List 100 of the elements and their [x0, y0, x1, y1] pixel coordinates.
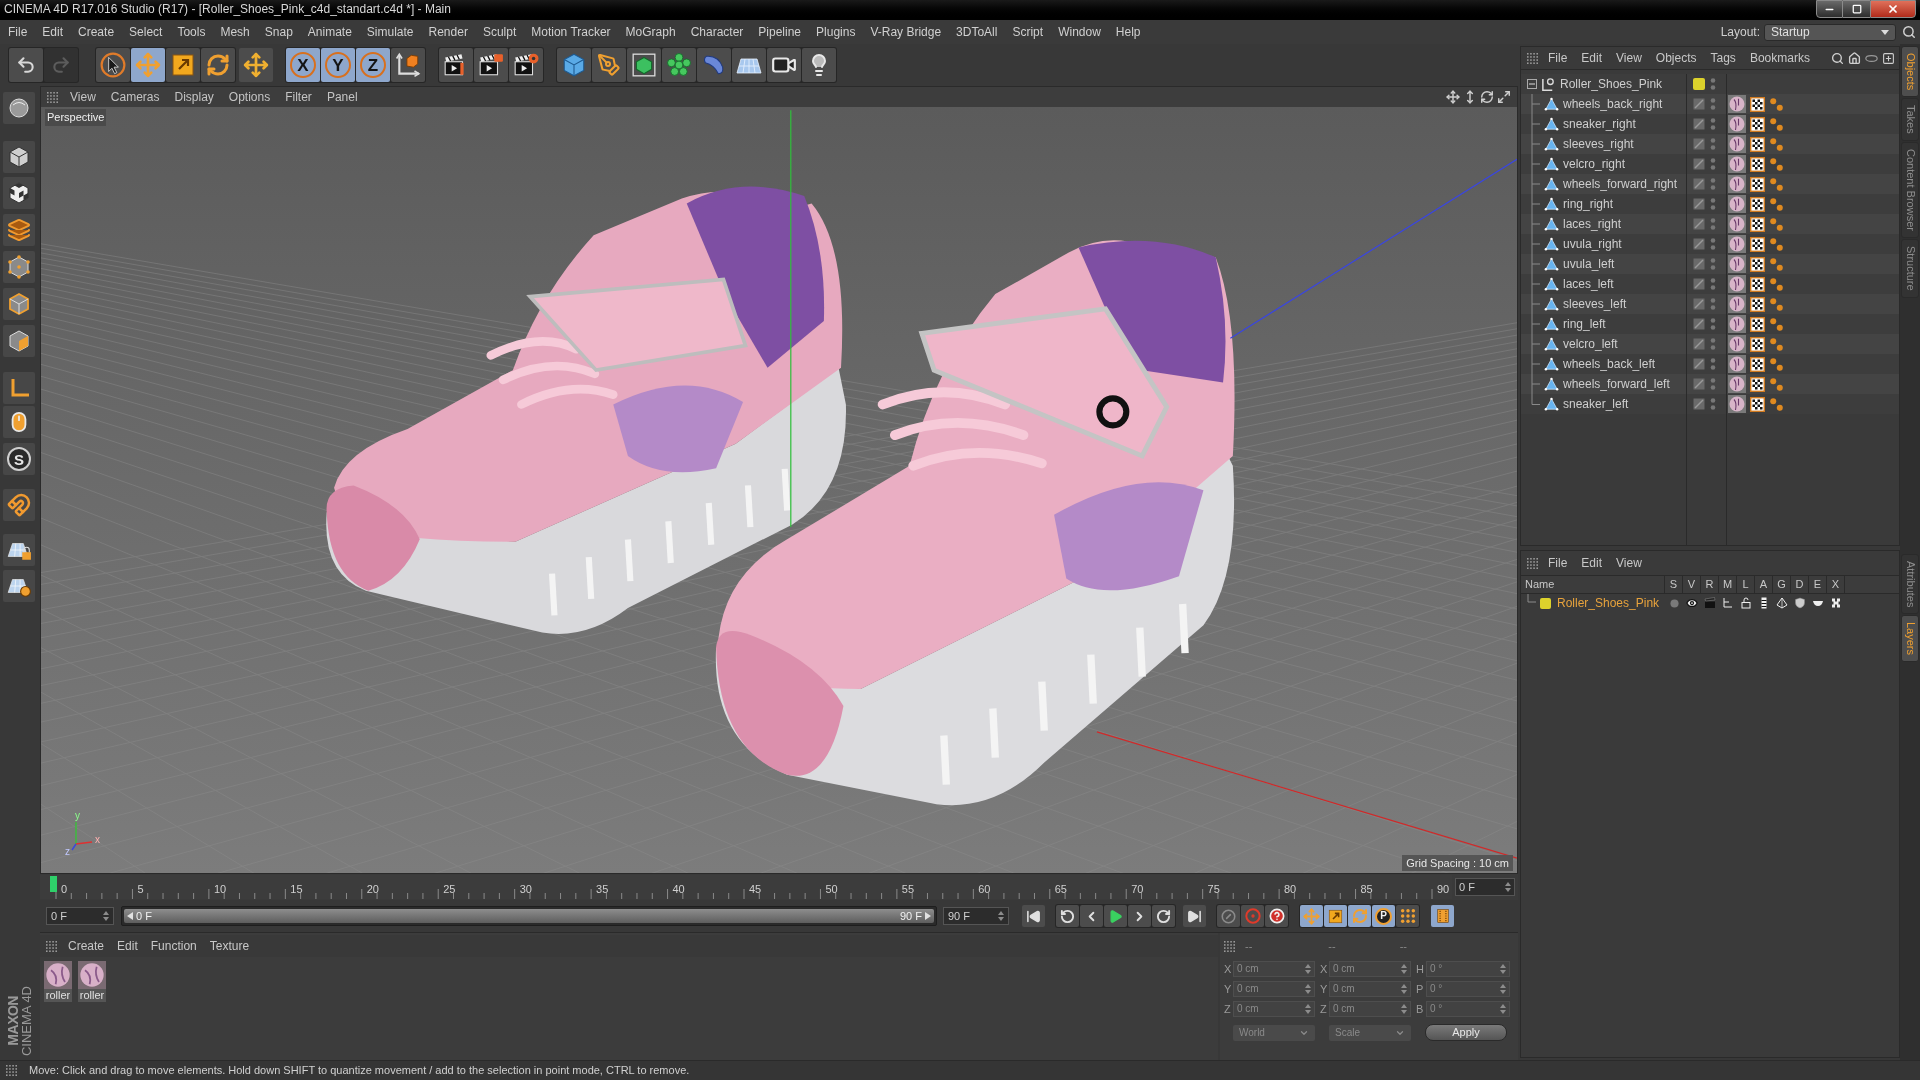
object-name[interactable]: uvula_left	[1563, 255, 1615, 273]
material-tile[interactable]: roller	[44, 961, 72, 1002]
x-axis-button[interactable]: X	[286, 48, 320, 82]
menu-item[interactable]: Script	[1012, 26, 1044, 38]
object-name[interactable]: ring_left	[1563, 315, 1606, 333]
column-header[interactable]: S	[1669, 579, 1678, 590]
material-menu-item[interactable]: Edit	[117, 940, 138, 952]
menu-item[interactable]: Animate	[307, 26, 352, 38]
object-name[interactable]: laces_right	[1563, 215, 1622, 233]
object-name[interactable]: sleeves_right	[1563, 135, 1634, 153]
menu-item[interactable]: Pipeline	[758, 26, 802, 38]
side-tab[interactable]: Structure	[1901, 239, 1919, 298]
edges-mode-button[interactable]	[3, 288, 35, 320]
menu-item[interactable]: Snap	[264, 26, 293, 38]
points-mode-button[interactable]	[3, 251, 35, 283]
object-name[interactable]: velcro_left	[1563, 335, 1618, 353]
menu-item[interactable]: Plugins	[816, 26, 856, 38]
menu-item[interactable]: Window	[1058, 26, 1101, 38]
menu-item[interactable]: MoGraph	[625, 26, 676, 38]
menu-item[interactable]: Simulate	[366, 26, 414, 38]
column-header[interactable]: R	[1705, 579, 1714, 590]
layer-menu-item[interactable]: Edit	[1581, 557, 1603, 569]
selection-tool-button[interactable]	[96, 48, 130, 82]
light-button[interactable]	[802, 48, 836, 82]
layer-color-swatch[interactable]	[1693, 78, 1705, 90]
cloner-button[interactable]	[662, 48, 696, 82]
coordinate-system-button[interactable]	[391, 48, 425, 82]
side-tab[interactable]: Objects	[1901, 46, 1919, 98]
side-tab[interactable]: Takes	[1901, 98, 1919, 142]
tweak-mode-button[interactable]	[3, 406, 35, 438]
snap-button[interactable]: S	[3, 443, 35, 475]
next-key-button[interactable]	[1152, 905, 1175, 927]
menu-item[interactable]: V-Ray Bridge	[870, 26, 942, 38]
make-editable-button[interactable]	[3, 92, 35, 124]
cube-object-button[interactable]	[557, 48, 591, 82]
layer-menu-item[interactable]: File	[1548, 557, 1568, 569]
locked-workplane-button[interactable]	[3, 534, 35, 566]
render-picture-viewer-button[interactable]	[474, 48, 508, 82]
record-button[interactable]	[1217, 905, 1240, 927]
object-menu-item[interactable]: Bookmarks	[1749, 52, 1810, 64]
column-header[interactable]: A	[1759, 579, 1768, 590]
z-axis-button[interactable]: Z	[356, 48, 390, 82]
go-to-end-button[interactable]	[1183, 905, 1206, 927]
rotate-tool-button[interactable]	[201, 48, 235, 82]
apply-button[interactable]: Apply	[1425, 1024, 1507, 1041]
object-name[interactable]: wheels_back_left	[1563, 355, 1656, 373]
viewport-menu-item[interactable]: Cameras	[110, 91, 160, 103]
y-axis-button[interactable]: Y	[321, 48, 355, 82]
search-button[interactable]	[1902, 24, 1916, 40]
object-menu-item[interactable]: View	[1616, 52, 1642, 64]
layer-color-swatch[interactable]	[1540, 597, 1551, 609]
timeline-button[interactable]	[1431, 905, 1454, 927]
go-to-start-button[interactable]	[1022, 905, 1045, 927]
column-header[interactable]: G	[1777, 579, 1786, 590]
next-frame-button[interactable]	[1128, 905, 1151, 927]
viewport-menu-item[interactable]: View	[70, 91, 96, 103]
material-menu-item[interactable]: Texture	[209, 940, 250, 952]
minimize-button[interactable]	[1816, 0, 1843, 18]
close-button[interactable]	[1870, 0, 1916, 18]
object-menu-item[interactable]: Edit	[1581, 52, 1603, 64]
layer-name[interactable]: Roller_Shoes_Pink	[1557, 594, 1660, 612]
column-header[interactable]: E	[1813, 579, 1822, 590]
previous-key-button[interactable]	[1056, 905, 1079, 927]
undo-button[interactable]	[9, 48, 43, 82]
end-frame-field[interactable]: 90 F	[943, 907, 1009, 925]
object-menu-item[interactable]: File	[1548, 52, 1568, 64]
key-track-button[interactable]: P	[1372, 905, 1395, 927]
menu-item[interactable]: 3DToAll	[956, 26, 998, 38]
play-button[interactable]	[1104, 905, 1127, 927]
material-menu-item[interactable]: Function	[150, 940, 197, 952]
layout-dropdown[interactable]: Startup	[1764, 23, 1896, 41]
menu-item[interactable]: Edit	[42, 26, 64, 38]
floor-button[interactable]	[732, 48, 766, 82]
camera-button[interactable]	[767, 48, 801, 82]
layer-menu-item[interactable]: View	[1616, 557, 1642, 569]
frame-range-slider[interactable]: 0 F 90 F	[121, 906, 937, 926]
keyframe-selection-button[interactable]	[1265, 905, 1288, 927]
viewport-menu-item[interactable]: Display	[174, 91, 214, 103]
object-name[interactable]: uvula_right	[1563, 235, 1622, 253]
column-header[interactable]: X	[1831, 579, 1840, 590]
render-view-button[interactable]	[439, 48, 473, 82]
object-name[interactable]: sneaker_left	[1563, 395, 1629, 413]
object-menu-item[interactable]: Tags	[1710, 52, 1736, 64]
object-name[interactable]: ring_right	[1563, 195, 1614, 213]
column-header[interactable]: M	[1722, 579, 1733, 590]
column-header[interactable]: L	[1742, 579, 1749, 590]
menu-item[interactable]: Help	[1115, 26, 1141, 38]
material-menu-item[interactable]: Create	[68, 940, 105, 952]
object-menu-item[interactable]: Objects	[1655, 52, 1697, 64]
menu-item[interactable]: Tools	[177, 26, 206, 38]
menu-item[interactable]: Select	[129, 26, 163, 38]
polygons-mode-button[interactable]	[3, 325, 35, 357]
start-frame-field[interactable]: 0 F	[46, 907, 114, 925]
object-name[interactable]: velcro_right	[1563, 155, 1626, 173]
viewport-menu-item[interactable]: Filter	[285, 91, 312, 103]
object-name[interactable]: sleeves_left	[1563, 295, 1627, 313]
subdivision-button[interactable]	[627, 48, 661, 82]
magnet-button[interactable]	[3, 489, 35, 521]
menu-item[interactable]: Sculpt	[482, 26, 517, 38]
side-tab[interactable]: Layers	[1901, 615, 1919, 663]
